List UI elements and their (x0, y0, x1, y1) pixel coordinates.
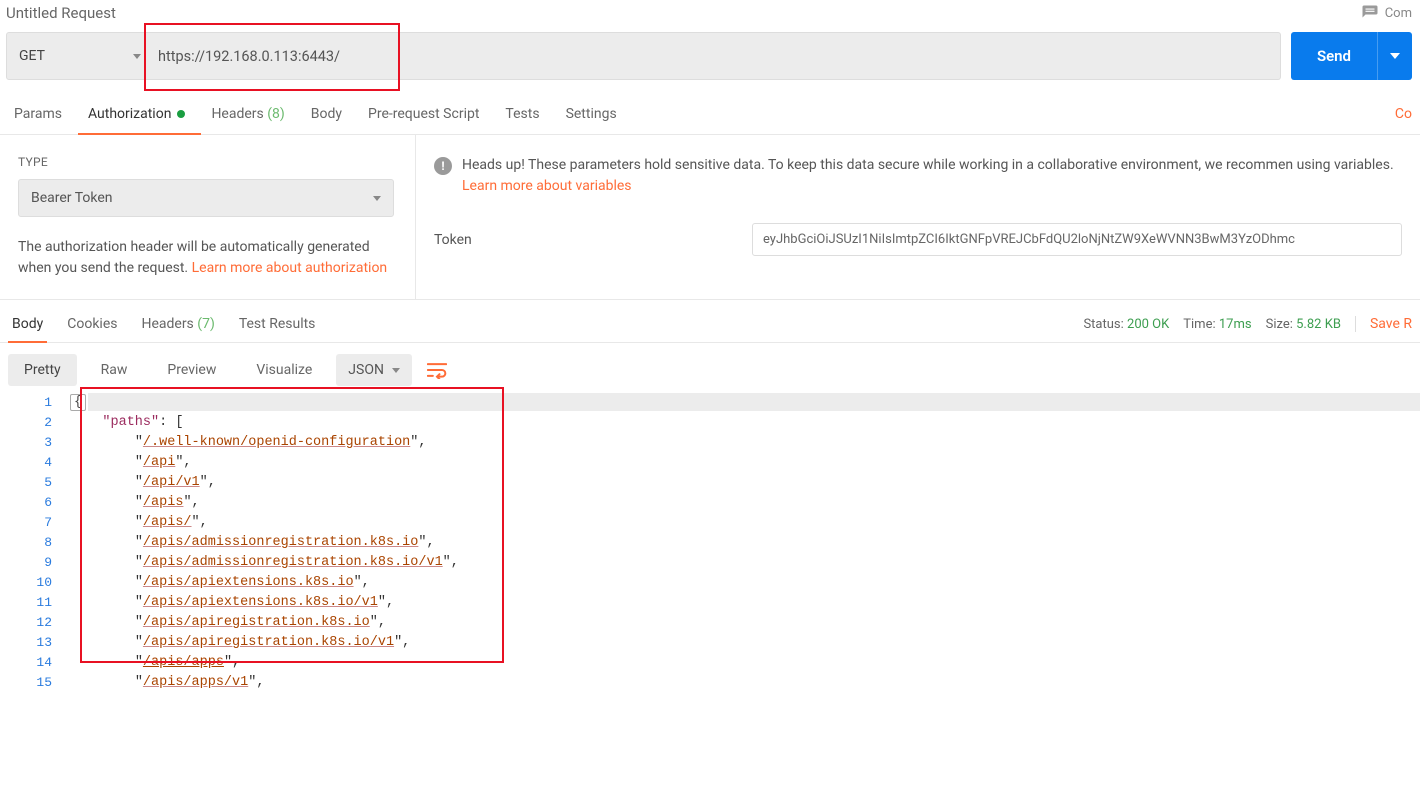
chevron-down-icon (1390, 53, 1400, 59)
view-pretty-button[interactable]: Pretty (8, 354, 77, 386)
save-response-button[interactable]: Save R (1370, 316, 1412, 332)
tab-authorization[interactable]: Authorization (78, 94, 201, 134)
status-block: Status: 200 OK (1083, 317, 1169, 332)
code-line: 8 "/apis/admissionregistration.k8s.io", (8, 533, 1420, 553)
code-line: 4 "/api", (8, 453, 1420, 473)
code-line: 6 "/apis", (8, 493, 1420, 513)
size-block: Size: 5.82 KB (1266, 317, 1341, 332)
url-value: https://192.168.0.113:6443/ (158, 48, 340, 65)
divider (1355, 316, 1356, 332)
auth-help-text: The authorization header will be automat… (18, 237, 397, 279)
method-select[interactable]: GET (6, 32, 154, 80)
tab-authorization-label: Authorization (88, 106, 171, 122)
learn-more-variables-link[interactable]: Learn more about variables (462, 178, 632, 194)
language-value: JSON (348, 362, 384, 378)
tab-tests[interactable]: Tests (495, 94, 555, 134)
tab-params[interactable]: Params (8, 94, 78, 134)
language-select[interactable]: JSON (336, 354, 412, 386)
view-preview-button[interactable]: Preview (151, 354, 232, 386)
view-visualize-button[interactable]: Visualize (240, 354, 328, 386)
code-line: 12 "/apis/apiregistration.k8s.io", (8, 613, 1420, 633)
chevron-down-icon (392, 368, 400, 373)
send-dropdown[interactable] (1378, 32, 1412, 80)
chevron-down-icon (133, 54, 141, 59)
comments-label: Com (1385, 6, 1412, 21)
info-icon: ! (434, 157, 452, 175)
send-button[interactable]: Send (1291, 32, 1412, 80)
auth-type-heading: TYPE (18, 155, 397, 169)
request-title: Untitled Request (6, 4, 116, 22)
learn-more-auth-link[interactable]: Learn more about authorization (192, 260, 388, 276)
code-line: 11 "/apis/apiextensions.k8s.io/v1", (8, 593, 1420, 613)
tab-headers[interactable]: Headers (8) (201, 94, 300, 134)
token-label: Token (434, 232, 734, 248)
heads-up-text: Heads up! These parameters hold sensitiv… (462, 155, 1402, 197)
code-line: 5 "/api/v1", (8, 473, 1420, 493)
cookies-link[interactable]: Co (1395, 94, 1412, 134)
response-tab-test-results[interactable]: Test Results (229, 306, 330, 342)
time-block: Time: 17ms (1183, 317, 1251, 332)
chevron-down-icon (373, 196, 381, 201)
code-line: 3 "/.well-known/openid-configuration", (8, 433, 1420, 453)
code-line: 10 "/apis/apiextensions.k8s.io", (8, 573, 1420, 593)
response-tab-cookies[interactable]: Cookies (57, 306, 131, 342)
method-value: GET (19, 48, 45, 64)
url-input[interactable]: https://192.168.0.113:6443/ (144, 32, 1281, 80)
response-tab-headers[interactable]: Headers (7) (131, 306, 228, 342)
comment-icon (1361, 4, 1379, 22)
tab-body[interactable]: Body (301, 94, 358, 134)
auth-type-select[interactable]: Bearer Token (18, 179, 394, 217)
tab-pre-request-script[interactable]: Pre-request Script (358, 94, 495, 134)
auth-type-value: Bearer Token (31, 190, 113, 206)
code-line: 7 "/apis/", (8, 513, 1420, 533)
token-input[interactable]: eyJhbGciOiJSUzI1NiIsImtpZCI6IktGNFpVREJC… (752, 223, 1402, 256)
code-line: 9 "/apis/admissionregistration.k8s.io/v1… (8, 553, 1420, 573)
send-label: Send (1317, 47, 1351, 65)
comments-button[interactable]: Com (1361, 4, 1412, 22)
wrap-lines-button[interactable] (420, 353, 454, 387)
headers-count-badge: (8) (267, 106, 285, 122)
code-line: 2 "paths": [ (8, 413, 1420, 433)
response-headers-count-badge: (7) (197, 316, 215, 332)
code-line: 14 "/apis/apps", (8, 653, 1420, 673)
response-tab-body[interactable]: Body (8, 306, 57, 342)
tab-settings[interactable]: Settings (556, 94, 633, 134)
response-code-body[interactable]: 1{2 "paths": [3 "/.well-known/openid-con… (0, 393, 1420, 693)
active-indicator-icon (177, 110, 185, 118)
code-line: 13 "/apis/apiregistration.k8s.io/v1", (8, 633, 1420, 653)
code-line: 15 "/apis/apps/v1", (8, 673, 1420, 693)
code-line: 1{ (8, 393, 1420, 413)
response-tab-headers-label: Headers (141, 316, 193, 332)
view-raw-button[interactable]: Raw (85, 354, 144, 386)
tab-headers-label: Headers (211, 106, 263, 122)
